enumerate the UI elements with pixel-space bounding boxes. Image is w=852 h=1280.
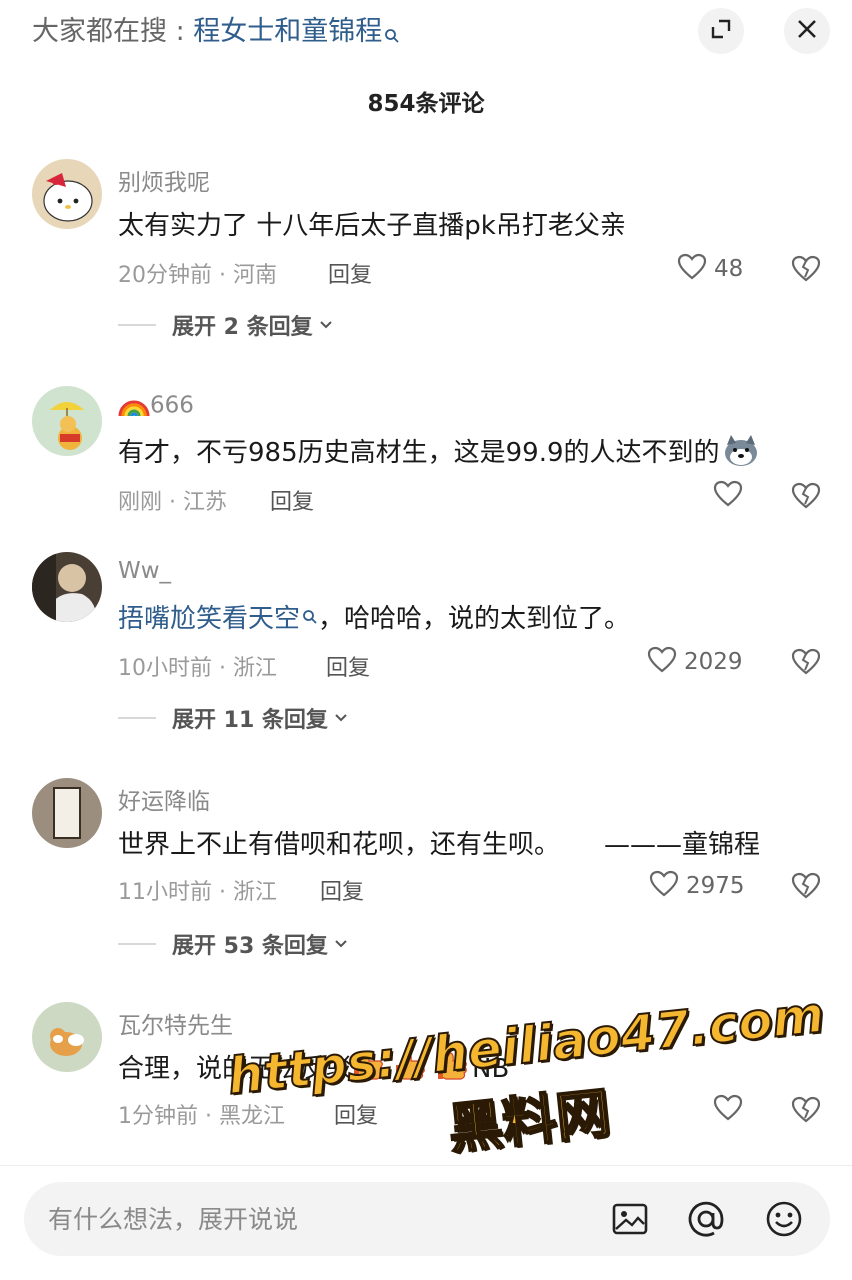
comment-quote-author: ———童锦程	[604, 830, 761, 860]
time-location: 20分钟前 · 河南	[118, 263, 277, 288]
comment-text-body: ，哈哈哈，说的太到位了。	[318, 604, 631, 634]
close-button[interactable]	[784, 8, 830, 54]
comment-input[interactable]: 有什么想法，展开说说	[24, 1182, 830, 1256]
like-count: 2975	[686, 873, 745, 899]
time-location: 11小时前 · 浙江	[118, 880, 277, 905]
chevron-down-icon	[334, 706, 348, 731]
username[interactable]: Ww_	[118, 558, 171, 584]
heart-icon	[676, 251, 708, 287]
avatar[interactable]	[32, 552, 102, 622]
heart-icon	[648, 868, 680, 904]
broken-heart-icon	[790, 648, 822, 682]
like-count: 2029	[684, 649, 743, 675]
username[interactable]: 别烦我呢	[118, 163, 210, 197]
like-button[interactable]	[712, 480, 744, 512]
reply-button[interactable]: 回复	[270, 484, 314, 516]
mention-button[interactable]	[686, 1199, 726, 1239]
collapse-button[interactable]	[698, 8, 744, 54]
divider	[118, 943, 156, 945]
watermark: https://heiliao47.com 黑料网	[224, 984, 828, 1186]
heart-icon	[646, 644, 678, 680]
username-text: 666	[150, 392, 194, 419]
comment-text: 有才，不亏985历史高材生，这是99.9的人达不到的	[118, 432, 760, 474]
divider	[118, 717, 156, 719]
username[interactable]: 瓦尔特先生	[118, 1006, 233, 1040]
avatar[interactable]	[32, 159, 102, 229]
reply-button[interactable]: 回复	[326, 650, 370, 682]
divider	[118, 324, 156, 326]
expand-replies[interactable]: 展开 2 条回复	[118, 309, 333, 341]
reply-button[interactable]: 回复	[320, 874, 364, 906]
image-icon	[610, 1203, 650, 1243]
expand-replies-label: 展开 11 条回复	[172, 708, 328, 733]
image-button[interactable]	[610, 1199, 650, 1239]
avatar[interactable]	[32, 1002, 102, 1072]
topic-link[interactable]: 捂嘴尬笑看天空	[118, 604, 300, 634]
time-location: 10小时前 · 浙江	[118, 656, 277, 681]
dislike-button[interactable]	[790, 870, 822, 902]
close-icon	[795, 17, 819, 45]
avatar[interactable]	[32, 386, 102, 456]
broken-heart-icon	[790, 255, 822, 289]
like-button[interactable]: 48	[676, 253, 743, 285]
collapse-icon	[709, 17, 733, 45]
at-icon	[686, 1201, 726, 1243]
search-keyword[interactable]: 程女士和童锦程	[193, 16, 382, 47]
username[interactable]: 好运降临	[118, 782, 210, 816]
emoji-button[interactable]	[764, 1199, 804, 1239]
comment-count: 854条评论	[367, 91, 485, 117]
rainbow-icon	[118, 388, 150, 424]
search-icon	[384, 16, 400, 43]
dislike-button[interactable]	[790, 253, 822, 285]
top-bar: 大家都在搜 : 程女士和童锦程	[0, 0, 852, 64]
expand-replies[interactable]: 展开 53 条回复	[118, 928, 348, 960]
comment-text: 世界上不止有借呗和花呗，还有生呗。 ———童锦程	[118, 824, 760, 861]
time-location: 刚刚 · 江苏	[118, 490, 227, 515]
dislike-button[interactable]	[790, 480, 822, 512]
expand-replies-label: 展开 53 条回复	[172, 934, 328, 959]
comment-text: 捂嘴尬笑看天空 ，哈哈哈，说的太到位了。	[118, 598, 630, 635]
chevron-down-icon	[334, 932, 348, 957]
broken-heart-icon	[790, 872, 822, 906]
smiley-icon	[764, 1201, 804, 1243]
broken-heart-icon	[790, 482, 822, 516]
husky-emoji-icon	[722, 433, 760, 474]
comment-input-placeholder: 有什么想法，展开说说	[48, 1205, 299, 1234]
comment-text-body: 世界上不止有借呗和花呗，还有生呗。	[118, 830, 561, 860]
dislike-button[interactable]	[790, 646, 822, 678]
search-prefix: 大家都在搜 :	[32, 16, 194, 47]
avatar[interactable]	[32, 778, 102, 848]
reply-button[interactable]: 回复	[328, 257, 372, 289]
username[interactable]: 666	[118, 388, 194, 424]
search-icon	[302, 602, 318, 624]
chevron-down-icon	[319, 313, 333, 338]
heart-icon	[712, 478, 744, 514]
like-button[interactable]: 2029	[646, 646, 743, 678]
comment-text: 太有实力了 十八年后太子直播pk吊打老父亲	[118, 211, 626, 241]
divider	[0, 1165, 852, 1166]
like-button[interactable]: 2975	[648, 870, 745, 902]
expand-replies[interactable]: 展开 11 条回复	[118, 702, 348, 734]
expand-replies-label: 展开 2 条回复	[172, 315, 313, 340]
comment-text-body: 有才，不亏985历史高材生，这是99.9的人达不到的	[118, 438, 720, 468]
like-count: 48	[714, 256, 744, 282]
search-suggestion[interactable]: 大家都在搜 : 程女士和童锦程	[32, 12, 400, 52]
